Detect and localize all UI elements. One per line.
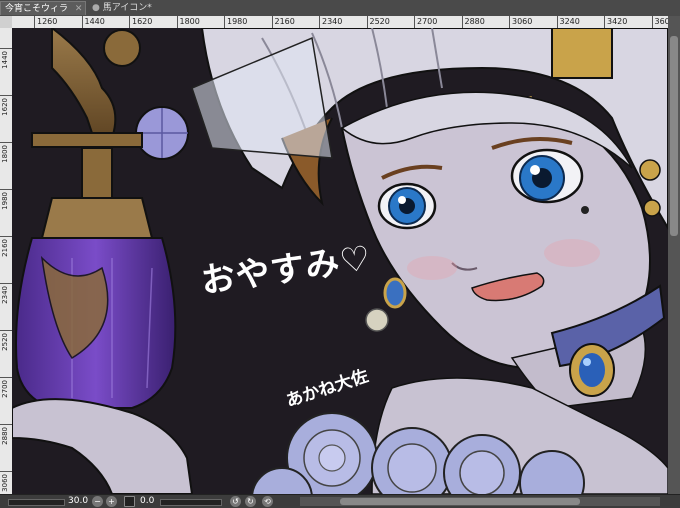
zoom-slider[interactable] (8, 499, 65, 506)
tab-document-1[interactable]: 今宵こそウィラ ✕ (0, 1, 86, 15)
ruler-tick-label: 1800 (176, 16, 200, 28)
zoom-in-icon[interactable]: + (106, 496, 117, 507)
ruler-tick-label: 1620 (129, 16, 152, 28)
ruler-tick-label: 2160 (0, 236, 12, 277)
ruler-tick-label: 2880 (461, 16, 485, 28)
close-icon[interactable]: ✕ (75, 2, 83, 16)
vertical-scrollbar[interactable] (668, 16, 680, 494)
document-tab-bar: 今宵こそウィラ ✕ ● 馬アイコン* (0, 0, 680, 17)
ruler-tick-label: 1440 (0, 48, 12, 89)
tab-label: 馬アイコン* (102, 3, 152, 13)
ruler-tick-label: 2520 (0, 330, 12, 371)
fit-screen-icon[interactable] (124, 496, 135, 507)
ruler-tick-label: 1260 (34, 16, 57, 28)
tab-label: 今宵こそウィラ (5, 4, 69, 14)
rotation-value[interactable]: 0.0 (140, 495, 154, 508)
modified-dot-icon: ● (92, 3, 100, 13)
zoom-out-icon[interactable]: − (92, 496, 103, 507)
horizontal-scrollbar[interactable] (300, 497, 660, 506)
horizontal-scrollbar-thumb[interactable] (340, 498, 580, 505)
ruler-tick-label: 1980 (224, 16, 247, 28)
ruler-tick-label: 2160 (271, 16, 295, 28)
drawing-canvas[interactable]: おやすみ♡ あかね大佐 (12, 28, 668, 494)
ruler-tick-label: 1980 (0, 189, 12, 230)
zoom-value[interactable]: 30.0 (68, 495, 88, 508)
rotate-right-icon[interactable]: ↻ (245, 496, 256, 507)
ruler-tick-label: 2700 (0, 377, 12, 418)
ruler-tick-label: 2340 (319, 16, 342, 28)
ruler-tick-label: 2700 (414, 16, 437, 28)
ruler-tick-label: 3420 (604, 16, 627, 28)
ruler-tick-label: 3060 (509, 16, 532, 28)
ruler-tick-label: 1620 (0, 95, 12, 136)
ruler-tick-label: 3600 (651, 16, 668, 28)
eye-left (377, 182, 437, 230)
ruler-tick-label: 2880 (0, 424, 12, 465)
ruler-corner (0, 16, 12, 28)
beauty-mark (581, 206, 589, 214)
rotate-left-icon[interactable]: ↺ (230, 496, 241, 507)
ruler-tick-label: 2520 (366, 16, 390, 28)
ruler-tick-label: 3060 (0, 471, 12, 494)
ruler-tick-label: 1800 (0, 142, 12, 183)
vertical-scrollbar-thumb[interactable] (670, 36, 678, 236)
status-bar: 30.0 − + 0.0 ↺ ↻ ⟲ (0, 494, 680, 508)
ruler-tick-label: 2340 (0, 283, 12, 324)
rotation-slider[interactable] (160, 499, 222, 506)
tab-document-2[interactable]: ● 馬アイコン* (88, 1, 174, 15)
choker-pendant (569, 343, 615, 397)
ruler-tick-label: 3240 (556, 16, 580, 28)
eye-right (510, 148, 584, 204)
reset-rotation-icon[interactable]: ⟲ (262, 496, 273, 507)
ruler-tick-label: 1440 (81, 16, 105, 28)
